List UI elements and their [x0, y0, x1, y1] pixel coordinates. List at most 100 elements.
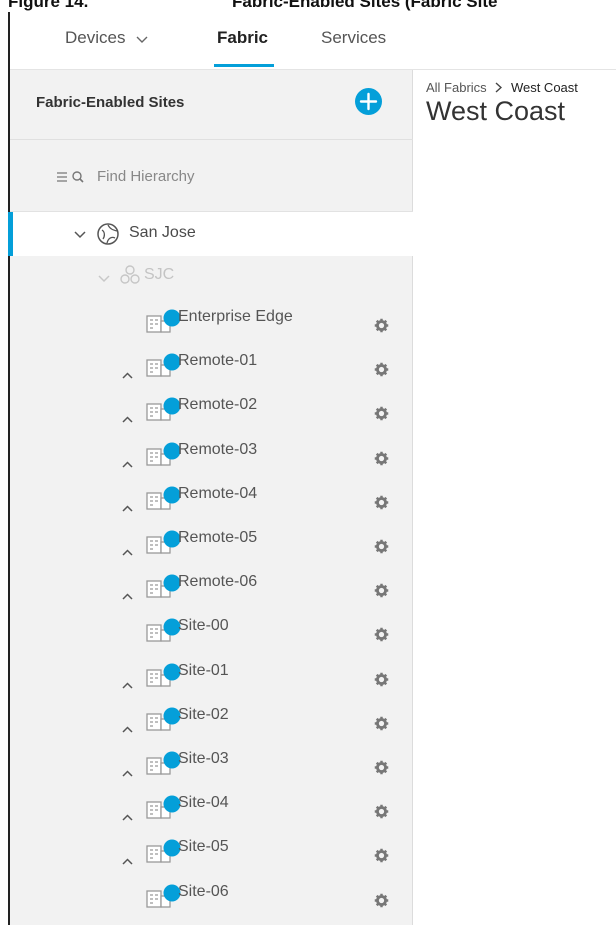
tab-devices[interactable]: Devices: [65, 28, 148, 49]
tab-devices-label: Devices: [65, 28, 126, 47]
tree-node-site[interactable]: Remote-06: [10, 563, 413, 607]
tree-node-site[interactable]: Site-01: [10, 652, 413, 696]
tree-node-label: Remote-01: [178, 352, 258, 370]
chevron-down-icon: [136, 29, 148, 49]
gear-icon[interactable]: [374, 451, 389, 471]
chevron-down-icon[interactable]: [98, 270, 110, 288]
filter-search-icon: [57, 170, 91, 188]
breadcrumb-current: West Coast: [510, 80, 578, 95]
gear-icon[interactable]: [374, 848, 389, 868]
fabric-site-icon: [145, 573, 181, 599]
tree-node-site[interactable]: Remote-05: [10, 519, 413, 563]
tree-node-label: San Jose: [129, 224, 196, 241]
tree-node-site[interactable]: Remote-02: [10, 386, 413, 430]
breadcrumb: All Fabrics West Coast: [426, 80, 578, 96]
tree-node-label: Remote-02: [178, 396, 258, 414]
chevron-up-icon[interactable]: [122, 764, 133, 782]
tree-node-site[interactable]: Site-00: [10, 607, 413, 651]
tree-node-site[interactable]: Site-02: [10, 696, 413, 740]
gear-icon[interactable]: [374, 672, 389, 692]
fabric-site-icon: [145, 706, 181, 732]
tree-node-site[interactable]: Site-06: [10, 873, 413, 917]
tree-node-label: Remote-04: [178, 484, 258, 502]
gear-icon[interactable]: [374, 495, 389, 515]
tree-node-label: Site-04: [178, 794, 229, 812]
plus-icon: [359, 92, 378, 111]
add-fabric-button[interactable]: [355, 88, 382, 115]
sidebar-header: Fabric-Enabled Sites: [10, 70, 413, 140]
tree-node-site[interactable]: Enterprise Edge: [10, 298, 413, 342]
gear-icon[interactable]: [374, 406, 389, 426]
app-window: Devices Fabric Services Fabric-Enabled S…: [8, 12, 616, 925]
find-hierarchy-search[interactable]: Find Hierarchy: [10, 140, 413, 212]
tree-node-san-jose[interactable]: San Jose: [8, 212, 413, 256]
tree-node-label: Site-02: [178, 705, 229, 723]
fabric-site-icon: [145, 396, 181, 422]
chevron-up-icon[interactable]: [122, 499, 133, 517]
tree-node-label: Remote-03: [178, 440, 258, 458]
selected-indicator: [8, 212, 13, 256]
tree-node-label: Remote-05: [178, 529, 258, 546]
chevron-up-icon[interactable]: [122, 720, 133, 738]
gear-icon[interactable]: [374, 760, 389, 780]
figure-caption: Figure 14. Fabric-Enabled Sites (Fabric …: [0, 0, 616, 12]
tree-node-label: Site-06: [178, 882, 229, 900]
fabric-site-icon: [145, 352, 181, 378]
tree-node-site[interactable]: Site-04: [10, 784, 413, 828]
figure-title: Fabric-Enabled Sites (Fabric Site: [232, 0, 498, 11]
gear-icon[interactable]: [374, 318, 389, 338]
tree-node-site[interactable]: Site-05: [10, 828, 413, 872]
page-title: West Coast: [426, 96, 566, 126]
fabric-site-icon: [145, 838, 181, 864]
tab-services[interactable]: Services: [321, 28, 386, 48]
fabric-site-icon: [145, 485, 181, 511]
tree-node-label: Enterprise Edge: [178, 308, 293, 325]
gear-icon[interactable]: [374, 583, 389, 603]
tree-node-site[interactable]: Remote-03: [10, 431, 413, 475]
fabric-site-icon: [145, 441, 181, 467]
tree-node-label: Remote-06: [178, 573, 258, 591]
chevron-up-icon[interactable]: [122, 366, 133, 384]
tree-node-site[interactable]: Remote-04: [10, 475, 413, 519]
gear-icon[interactable]: [374, 362, 389, 382]
top-navigation: Devices Fabric Services: [10, 12, 616, 70]
area-buildings-icon: [119, 264, 141, 291]
gear-icon[interactable]: [374, 716, 389, 736]
chevron-up-icon[interactable]: [122, 455, 133, 473]
chevron-up-icon[interactable]: [122, 808, 133, 826]
fabric-site-icon: [145, 617, 181, 643]
fabric-site-icon: [145, 750, 181, 776]
tree-node-sjc[interactable]: SJC: [10, 256, 413, 296]
chevron-up-icon[interactable]: [122, 852, 133, 870]
active-tab-indicator: [214, 64, 274, 67]
fabric-site-icon: [145, 308, 181, 334]
tree-node-label: SJC: [144, 266, 175, 283]
fabric-site-icon: [145, 529, 181, 555]
chevron-up-icon[interactable]: [122, 676, 133, 694]
chevron-up-icon[interactable]: [122, 587, 133, 605]
gear-icon[interactable]: [374, 539, 389, 559]
globe-icon: [96, 222, 120, 251]
figure-label: Figure 14.: [8, 0, 89, 11]
chevron-up-icon[interactable]: [122, 410, 133, 428]
breadcrumb-all-fabrics[interactable]: All Fabrics: [426, 80, 487, 95]
tree-node-label: Site-00: [178, 617, 229, 635]
fabric-site-icon: [145, 794, 181, 820]
tree-node-label: Site-05: [178, 838, 229, 856]
tree-node-label: Site-01: [178, 661, 229, 679]
main-content: All Fabrics West Coast West Coast: [414, 70, 616, 925]
tree-node-site[interactable]: Remote-01: [10, 342, 413, 386]
fabric-site-icon: [145, 662, 181, 688]
find-hierarchy-placeholder: Find Hierarchy: [97, 168, 195, 185]
sidebar-title: Fabric-Enabled Sites: [36, 94, 185, 111]
chevron-down-icon[interactable]: [74, 226, 86, 244]
chevron-up-icon[interactable]: [122, 543, 133, 561]
gear-icon[interactable]: [374, 893, 389, 913]
fabric-sites-sidebar: Fabric-Enabled Sites Find Hierarchy San …: [8, 70, 413, 925]
tree-node-site[interactable]: Site-03: [10, 740, 413, 784]
gear-icon[interactable]: [374, 804, 389, 824]
tab-fabric[interactable]: Fabric: [217, 28, 268, 48]
chevron-right-icon: [495, 81, 503, 96]
tree-node-label: Site-03: [178, 750, 229, 767]
gear-icon[interactable]: [374, 627, 389, 647]
